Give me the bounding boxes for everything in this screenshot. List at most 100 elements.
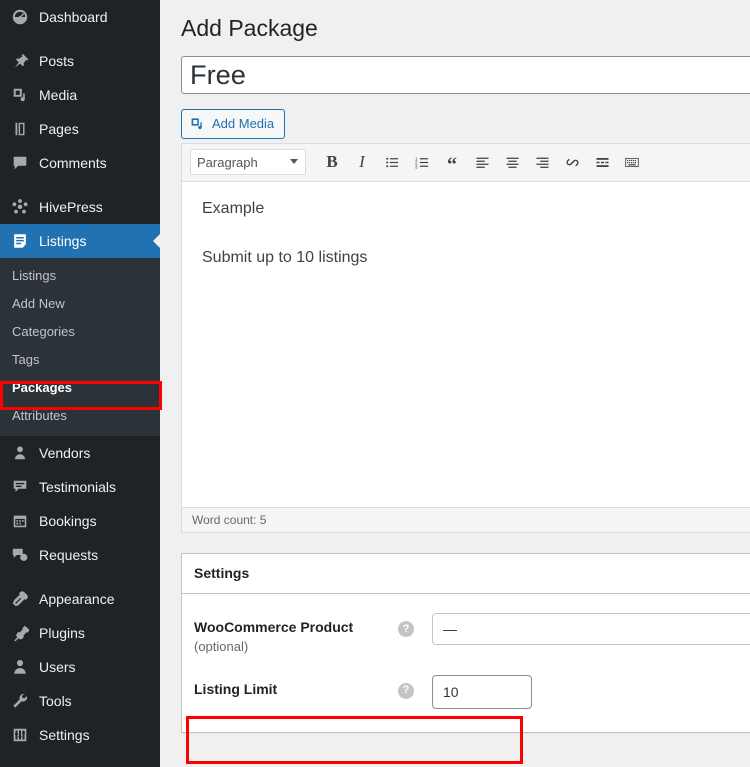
listing-limit-label: Listing Limit	[194, 675, 394, 699]
field-label-text: WooCommerce Product	[194, 619, 354, 636]
listing-limit-control	[432, 674, 750, 709]
sidebar-item-label: Dashboard	[39, 9, 108, 25]
listings-submenu: Listings Add New Categories Tags Package…	[0, 258, 160, 436]
add-media-button[interactable]: Add Media	[181, 108, 286, 139]
sidebar-item-appearance[interactable]: Appearance	[0, 582, 160, 616]
sidebar-item-media[interactable]: Media	[0, 78, 160, 112]
sidebar-item-label: Requests	[39, 547, 99, 563]
sidebar-item-users[interactable]: Users	[0, 650, 160, 684]
read-more-button[interactable]	[588, 149, 616, 175]
sidebar-item-label: Pages	[39, 121, 79, 137]
media-buttons: Add Media	[181, 108, 750, 139]
bold-button[interactable]: B	[318, 149, 346, 175]
submenu-item-tags[interactable]: Tags	[0, 346, 160, 374]
sidebar-item-plugins[interactable]: Plugins	[0, 616, 160, 650]
testimonials-icon	[10, 477, 30, 497]
submenu-item-listings[interactable]: Listings	[0, 262, 160, 290]
sidebar-item-label: Tools	[39, 693, 72, 709]
sidebar-item-vendors[interactable]: Vendors	[0, 436, 160, 470]
hivepress-icon	[10, 197, 30, 217]
editor-content-area[interactable]: Example Submit up to 10 listings	[182, 181, 750, 507]
insert-link-button[interactable]	[558, 149, 586, 175]
editor-toolbar: Paragraph B I 123 “	[182, 143, 750, 182]
sidebar-item-posts[interactable]: Posts	[0, 44, 160, 78]
sidebar-divider	[0, 180, 160, 190]
toolbar-toggle-button[interactable]	[618, 149, 646, 175]
sidebar-item-label: Bookings	[39, 513, 97, 529]
comments-icon	[10, 153, 30, 173]
post-title-input[interactable]	[181, 55, 750, 94]
add-media-label: Add Media	[212, 115, 275, 131]
sidebar-item-label: Comments	[39, 155, 107, 171]
align-right-button[interactable]	[528, 149, 556, 175]
users-icon	[10, 657, 30, 677]
sidebar-item-hivepress[interactable]: HivePress	[0, 190, 160, 224]
woocommerce-product-select[interactable]: —	[432, 613, 750, 646]
sidebar-item-dashboard[interactable]: Dashboard	[0, 0, 160, 34]
pin-icon	[10, 51, 30, 71]
submenu-item-packages[interactable]: Packages	[0, 374, 160, 402]
editor-paragraph: Example	[202, 199, 265, 217]
bulleted-list-button[interactable]	[378, 149, 406, 175]
tools-icon	[10, 691, 30, 711]
sidebar-item-requests[interactable]: Requests	[0, 538, 160, 572]
help-icon[interactable]: ?	[398, 682, 414, 699]
field-label-text: Listing Limit	[194, 680, 278, 697]
sidebar-item-pages[interactable]: Pages	[0, 112, 160, 146]
dashboard-icon	[10, 7, 30, 27]
requests-icon	[10, 545, 30, 565]
submenu-item-add-new[interactable]: Add New	[0, 290, 160, 318]
page-title: Add Package	[181, 15, 318, 41]
media-icon	[10, 85, 30, 105]
format-select-wrapper: Paragraph	[190, 149, 306, 176]
align-left-button[interactable]	[468, 149, 496, 175]
sidebar-item-tools[interactable]: Tools	[0, 684, 160, 718]
wordpress-admin-screen: Dashboard Posts Media Pages Comments Hiv…	[0, 0, 750, 767]
italic-button[interactable]: I	[348, 149, 376, 175]
editor-box: Paragraph B I 123 “ Example Submit up to…	[181, 142, 750, 533]
numbered-list-button[interactable]: 123	[408, 149, 436, 175]
paragraph-format-select[interactable]: Paragraph	[190, 149, 306, 176]
sidebar-item-label: Users	[39, 659, 76, 675]
help-icon[interactable]: ?	[398, 621, 414, 638]
sidebar-item-listings[interactable]: Listings	[0, 224, 160, 258]
settings-metabox-body: WooCommerce Product (optional) ? — Listi…	[182, 594, 750, 731]
editor-paragraph: Submit up to 10 listings	[202, 249, 368, 267]
woocommerce-product-label: WooCommerce Product (optional)	[194, 613, 394, 656]
calendar-icon	[10, 511, 30, 531]
field-row-listing-limit: Listing Limit ?	[194, 666, 750, 718]
settings-metabox-header[interactable]: Settings	[182, 554, 750, 595]
editor-wrapper: Add Media Paragraph B I 1 2 3 “ Example …	[181, 108, 750, 533]
blockquote-button[interactable]: “	[438, 149, 466, 175]
admin-sidebar: Dashboard Posts Media Pages Comments Hiv…	[0, 0, 160, 767]
sidebar-item-comments[interactable]: Comments	[0, 146, 160, 180]
add-media-icon	[190, 116, 206, 132]
word-count-label: Word count: 5	[192, 512, 267, 527]
appearance-icon	[10, 589, 30, 609]
listings-icon	[10, 231, 30, 251]
submenu-item-categories[interactable]: Categories	[0, 318, 160, 346]
sidebar-item-bookings[interactable]: Bookings	[0, 504, 160, 538]
submenu-item-attributes[interactable]: Attributes	[0, 402, 160, 430]
sidebar-divider	[0, 572, 160, 582]
plugins-icon	[10, 623, 30, 643]
sidebar-item-testimonials[interactable]: Testimonials	[0, 470, 160, 504]
field-optional-text: (optional)	[194, 638, 249, 654]
svg-text:3: 3	[415, 164, 418, 169]
listing-limit-input[interactable]	[432, 674, 532, 709]
sidebar-item-label: Appearance	[39, 591, 115, 607]
sidebar-item-label: Posts	[39, 53, 75, 69]
settings-icon	[10, 725, 30, 745]
sidebar-item-label: Testimonials	[39, 479, 117, 495]
settings-metabox: Settings WooCommerce Product (optional) …	[181, 552, 750, 733]
sidebar-item-label: Vendors	[39, 445, 91, 461]
align-center-button[interactable]	[498, 149, 526, 175]
sidebar-item-label: HivePress	[39, 199, 103, 215]
sidebar-item-settings[interactable]: Settings	[0, 718, 160, 752]
sidebar-item-label: Settings	[39, 727, 90, 743]
main-content: Add Package Add Media Paragraph	[160, 0, 750, 767]
sidebar-item-label: Media	[39, 87, 78, 103]
vendors-icon	[10, 443, 30, 463]
field-row-woocommerce-product: WooCommerce Product (optional) ? —	[194, 604, 750, 665]
woocommerce-product-control: —	[432, 613, 750, 646]
